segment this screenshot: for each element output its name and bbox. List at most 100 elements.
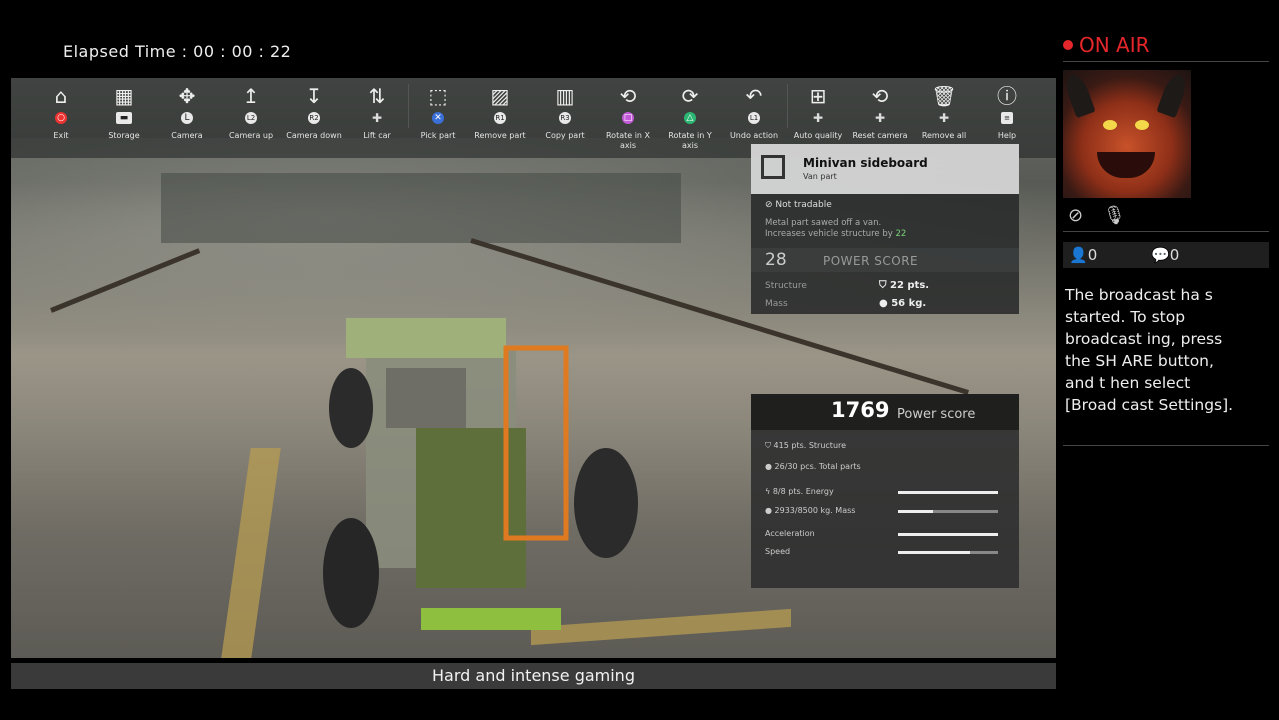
summary-parts-text: 26/30 pcs. Total parts [774,462,861,471]
trash-icon: 🗑 [931,84,957,108]
acceleration-bar-fill [898,533,998,536]
tool-auto-quality[interactable]: ⊞ ✚ Auto quality [787,84,849,141]
vehicle-frame [346,318,506,358]
speed-bar-fill [898,551,970,554]
structure-label: Structure [765,281,807,291]
tool-label: Rotate in Y axis [668,131,712,150]
tool-label: Copy part [545,131,585,140]
left-stick-icon: L [181,112,193,124]
energy-icon: ϟ [765,487,773,496]
tool-camera-up[interactable]: ↥ L2 Camera up [220,84,282,141]
dpad-icon: ✚ [371,111,383,125]
dpad-icon: ✚ [812,111,824,125]
tool-label: Reset camera [852,131,908,140]
avatar-horn [1156,71,1190,119]
not-tradable-icon: ⊘ [765,200,773,210]
comments-count-value: 0 [1169,246,1180,264]
mass-bar-fill [898,510,933,513]
person-icon: 👤 [1069,246,1088,264]
tool-rotate-y[interactable]: ⟳ △ Rotate in Y axis [659,84,721,151]
total-power-score-label: Power score [897,407,976,422]
undo-icon: ↶ [745,84,763,108]
mass-value: ● 56 kg. [879,298,926,309]
background-building [161,173,681,243]
streamer-avatar [1063,70,1191,198]
tool-exit[interactable]: ⌂ ○ Exit [30,84,92,141]
tool-label: Camera down [286,131,342,140]
tool-undo[interactable]: ↶ L1 Undo action [723,84,785,141]
touchpad-button-icon: ▬ [116,112,132,124]
tool-pick-part[interactable]: ⬚ ✕ Pick part [407,84,469,141]
part-type: Van part [803,172,837,181]
tool-label: Camera up [228,131,274,140]
reset-camera-icon: ⟲ [871,84,889,108]
elapsed-time: Elapsed Time : 00 : 00 : 22 [63,42,292,61]
tool-camera-down[interactable]: ↧ R2 Camera down [283,84,345,141]
elapsed-time-label: Elapsed Time [63,42,177,61]
dpad-icon: ✚ [938,111,950,125]
part-power-score-label: POWER SCORE [823,254,919,268]
triangle-button-icon: △ [684,112,696,124]
road-stripe [221,448,281,658]
tool-help[interactable]: ⓘ ≡ Help [976,84,1038,141]
part-info-card: Minivan sideboard Van part ⊘ Not tradabl… [751,144,1019,314]
avatar-mouth [1097,152,1155,178]
dpad-icon: ✚ [874,111,886,125]
lift-icon: ⇅ [368,84,386,108]
energy-bar-fill [898,491,998,494]
summary-header: 1769 Power score [751,394,1019,430]
energy-bar [898,491,998,494]
avatar-eye [1135,120,1149,130]
tool-label: Remove all [921,131,967,140]
tool-remove-part[interactable]: ▨ R1 Remove part [469,84,531,141]
tool-copy-part[interactable]: ▥ R3 Copy part [534,84,596,141]
part-header: Minivan sideboard Van part [751,144,1019,194]
circle-button-icon: ○ [55,112,67,124]
viewers-count: 👤0 [1069,246,1097,264]
tool-rotate-x[interactable]: ⟲ □ Rotate in X axis [597,84,659,151]
part-frame-icon [761,155,785,179]
vehicle-engine [386,368,466,428]
cross-button-icon: ✕ [432,112,444,124]
tool-lift-car[interactable]: ⇅ ✚ Lift car [346,84,408,141]
avatar-eye [1103,120,1117,130]
summary-structure: ⛉ 415 pts. Structure [765,441,846,451]
on-air-indicator: ON AIR [1063,33,1150,57]
tradable-status: ⊘ Not tradable [765,200,832,210]
arrow-down-icon: ↧ [305,84,323,108]
mass-bar [898,510,998,513]
grid-icon: ⊞ [809,84,827,108]
vehicle-summary-card: 1769 Power score ⛉ 415 pts. Structure ● … [751,394,1019,588]
tool-remove-all[interactable]: 🗑 ✚ Remove all [913,84,975,141]
move-arrows-icon: ✥ [178,84,196,108]
square-button-icon: □ [622,112,634,124]
summary-parts: ● 26/30 pcs. Total parts [765,462,861,471]
audience-counts: 👤0 💬0 [1063,242,1269,268]
part-power-score: 28 POWER SCORE [751,248,1019,272]
vehicle-wheel [574,448,638,558]
weight-icon: ● [765,506,775,515]
arrow-up-icon: ↥ [242,84,260,108]
garage-icon: ⌂ [54,84,68,108]
tool-label: Rotate in X axis [605,131,651,150]
broadcast-title: Hard and intense gaming [11,663,1056,689]
tool-label: Help [997,131,1017,140]
tool-reset-camera[interactable]: ⟲ ✚ Reset camera [849,84,911,141]
tool-label: Storage [108,131,140,140]
divider [1063,231,1269,232]
tool-label: Camera [171,131,203,140]
r3-button-icon: R3 [559,112,571,124]
tool-label: Pick part [420,131,456,140]
microphone-icon[interactable]: 🎙 [1103,205,1126,226]
copy-part-icon: ▥ [555,84,575,108]
vehicle-model[interactable] [306,308,646,638]
structure-value: ⛉ 22 pts. [879,280,929,291]
tool-label: Auto quality [793,131,843,140]
total-power-score: 1769 [831,398,890,422]
tool-camera[interactable]: ✥ L Camera [156,84,218,141]
part-power-score-value: 28 [765,250,787,270]
tool-storage[interactable]: ▦ ▬ Storage [93,84,155,141]
camera-off-icon[interactable]: ⊘ [1068,205,1083,226]
shield-icon: ⛉ [879,280,890,291]
media-controls: ⊘ 🎙 [1068,205,1126,226]
